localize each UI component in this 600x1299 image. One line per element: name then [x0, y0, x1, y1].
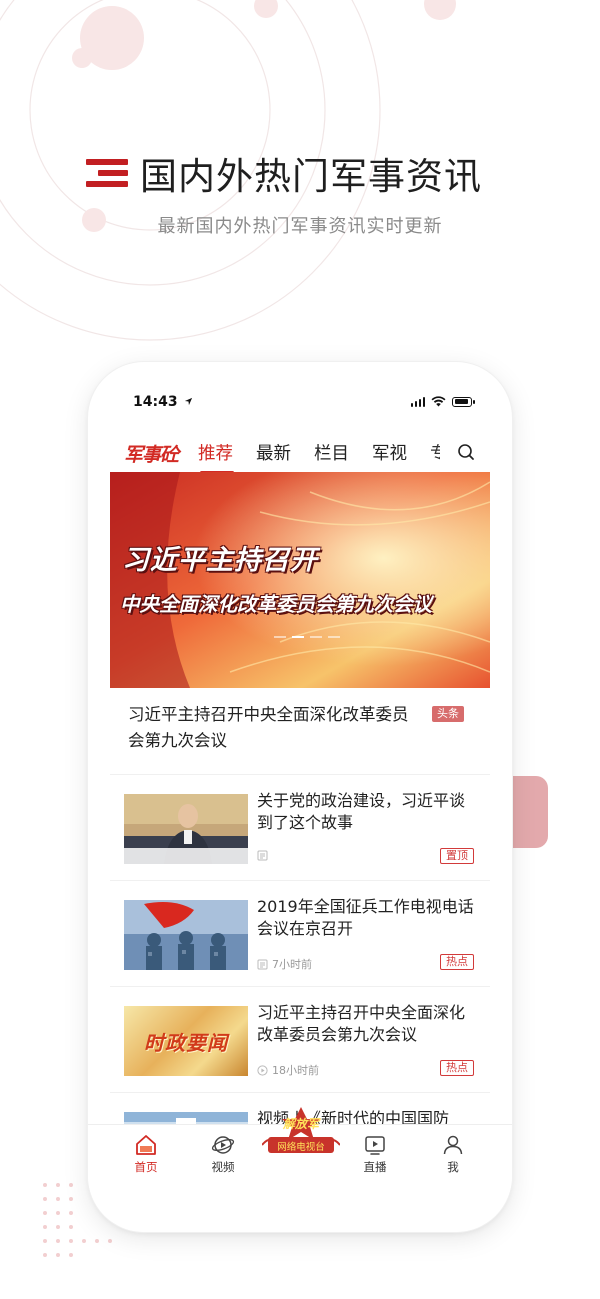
thumbnail-caption: 时政要闻 — [144, 1030, 228, 1055]
home-icon — [136, 1135, 156, 1155]
promo-title: 国内外热门军事资讯 — [140, 155, 482, 198]
pinned-badge: 置顶 — [440, 848, 474, 864]
article-icon — [257, 850, 268, 861]
carousel-dots — [274, 636, 340, 638]
signal-icon — [410, 396, 425, 407]
tab-latest[interactable]: 最新 — [256, 440, 291, 465]
hot-badge: 热点 — [440, 1060, 474, 1076]
news-item[interactable]: 2019年全国征兵工作电视电话会议在京召开 7小时前 热点 — [110, 880, 490, 987]
headline-title: 习近平主持召开中央全面深化改革委员会第九次会议 — [128, 705, 409, 750]
carousel-dot[interactable] — [328, 636, 340, 638]
news-meta — [257, 850, 268, 861]
menu-lines-icon — [86, 155, 128, 191]
status-bar: 14:43 — [88, 362, 512, 442]
promo-heading: 国内外热门军事资讯 — [86, 148, 482, 198]
pla-tv-logo-line2: 网络电视台 — [277, 1142, 325, 1153]
news-meta: 7小时前 — [257, 956, 312, 972]
news-title: 2019年全国征兵工作电视电话会议在京召开 — [257, 897, 474, 938]
banner-image — [110, 472, 490, 688]
news-thumbnail: 时政要闻 — [124, 1006, 248, 1076]
app-logo: 军事砼 — [124, 444, 179, 466]
news-item[interactable]: 关于党的政治建设，习近平谈到了这个故事 置顶 — [110, 774, 490, 881]
video-planet-icon — [211, 1136, 235, 1154]
live-tv-icon — [365, 1136, 385, 1155]
news-thumbnail — [124, 794, 248, 864]
top-nav: 军事砼 推荐 最新 栏目 军视 专 — [88, 436, 512, 474]
hot-badge: 热点 — [440, 954, 474, 970]
carousel-dot[interactable] — [310, 636, 322, 638]
news-title: 关于党的政治建设，习近平谈到了这个故事 — [257, 791, 466, 832]
banner-headline-line2: 中央全面深化改革委员会第九次会议 — [120, 593, 433, 616]
tab-special[interactable]: 专 — [430, 440, 440, 465]
banner-headline-line1: 习近平主持召开 — [122, 545, 318, 576]
search-icon[interactable] — [456, 442, 476, 462]
play-icon — [257, 1064, 268, 1076]
location-arrow-icon — [185, 397, 193, 406]
top-story-badge: 头条 — [432, 706, 464, 722]
wifi-icon — [431, 396, 446, 407]
status-time: 14:43 — [133, 394, 193, 410]
news-thumbnail — [124, 900, 248, 970]
news-item[interactable]: 时政要闻 习近平主持召开中央全面深化改革委员会第九次会议 18小时前 热点 — [110, 986, 490, 1093]
headline-item[interactable]: 习近平主持召开中央全面深化改革委员会第九次会议 头条 — [110, 696, 490, 775]
promo-subtitle: 最新国内外热门军事资讯实时更新 — [157, 216, 443, 237]
news-meta: 18小时前 — [257, 1062, 319, 1078]
news-title: 习近平主持召开中央全面深化改革委员会第九次会议 — [257, 1003, 466, 1044]
carousel-dot[interactable] — [292, 636, 304, 638]
article-icon — [257, 959, 268, 969]
news-time: 18小时前 — [272, 1064, 319, 1077]
tab-recommend[interactable]: 推荐 — [198, 440, 233, 465]
news-time: 7小时前 — [272, 958, 312, 971]
nav-me[interactable]: 我 — [428, 1133, 478, 1175]
nav-live[interactable]: 直播 — [350, 1133, 400, 1175]
battery-icon — [452, 396, 475, 407]
phone-frame: 14:43 军事砼 推荐 最新 栏目 军视 专 习近平主持召开 中央全面深化改革… — [88, 362, 512, 1232]
nav-video[interactable]: 视频 — [198, 1133, 248, 1175]
nav-home[interactable]: 首页 — [121, 1133, 171, 1175]
tab-columns[interactable]: 栏目 — [314, 440, 349, 465]
pla-tv-logo-line1: 解放军 — [282, 1117, 319, 1131]
bottom-tab-bar: 首页 视频 解放军 网络电视台 直播 我 — [88, 1107, 512, 1232]
pla-tv-logo[interactable]: 解放军 网络电视台 — [261, 1107, 341, 1157]
tab-military-video[interactable]: 军视 — [372, 440, 407, 465]
banner-carousel[interactable]: 习近平主持召开 中央全面深化改革委员会第九次会议 — [110, 472, 490, 688]
carousel-dot[interactable] — [274, 636, 286, 638]
person-icon — [443, 1135, 463, 1155]
